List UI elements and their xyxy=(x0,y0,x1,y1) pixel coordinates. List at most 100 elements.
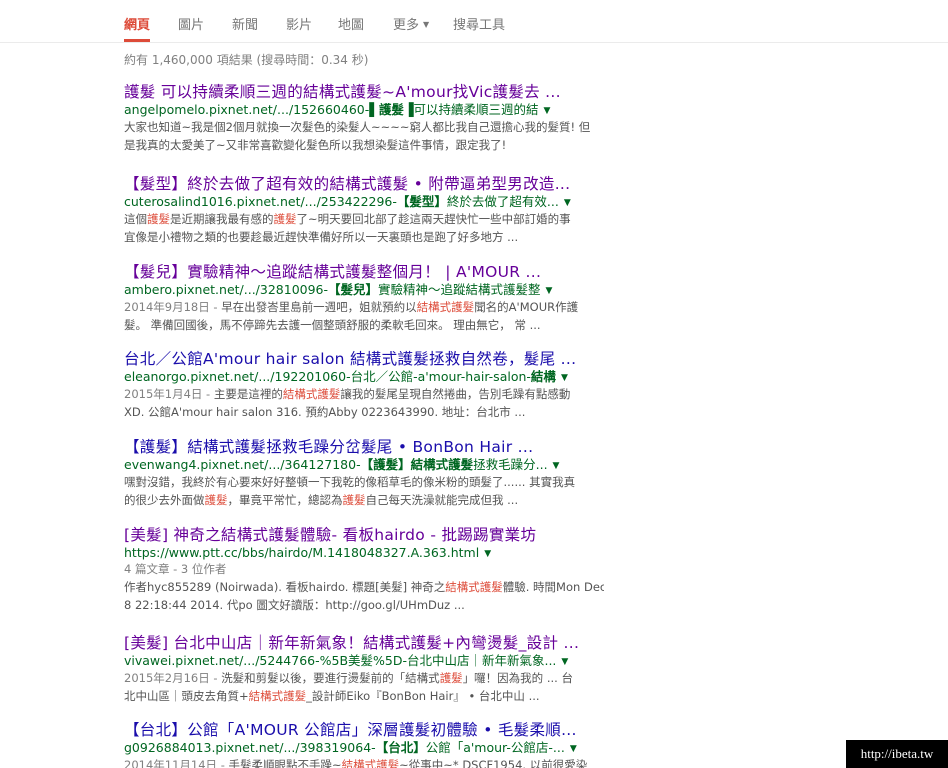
snippet-line: 北中山區｜頭皮去角質+結構式護髮_設計師Eiko『BonBon Hair』 • … xyxy=(124,687,604,705)
url-text: 可以持續柔順三週的結 xyxy=(413,102,539,117)
tab-search-tools[interactable]: 搜尋工具 xyxy=(453,14,505,42)
tab-videos[interactable]: 影片 xyxy=(286,14,312,42)
snippet-text: 是我真的太愛美了~又非常喜歡變化髮色所以我想染髮這件事情，跟定我了! xyxy=(124,138,507,152)
url-dropdown-arrow-icon[interactable]: ▼ xyxy=(553,461,560,471)
snippet-line: 嘿對沒錯，我終於有心要來好好整頓一下我乾的像稻草毛的像米粉的頭髮了...... … xyxy=(124,473,604,491)
snippet-line: 2015年2月16日 - 洗髮和剪髮以後，要進行燙髮前的「結構式護髮」囉！因為我… xyxy=(124,669,604,687)
snippet-highlight: 護髮 xyxy=(439,671,463,685)
snippet-line: 8 22:18:44 2014. 代po 圖文好讀版：http://goo.gl… xyxy=(124,596,604,614)
snippet-text: 主要是這裡的 xyxy=(213,387,283,401)
url-bold-text: 【護髮】結構式護髮 xyxy=(360,457,474,472)
url-text: evenwang4.pixnet.net/.../364127180- xyxy=(124,457,361,472)
snippet-highlight: 護髮 xyxy=(273,212,297,226)
result-url: cuterosalind1016.pixnet.net/.../25342229… xyxy=(124,194,604,210)
result-title-link[interactable]: 【髮兒】實驗精神～追蹤結構式護髮整個月！ | A'MOUR ... xyxy=(124,262,604,282)
result-title-link[interactable]: 【髮型】終於去做了超有效的結構式護髮 • 附帶逼弟型男改造... xyxy=(124,174,604,194)
snippet-highlight: 護髮 xyxy=(147,212,170,226)
snippet-line: 2015年1月4日 - 主要是這裡的結構式護髮讓我的髮尾呈現自然捲曲，告別毛躁有… xyxy=(124,385,604,403)
snippet-line: 這個護髮是近期讓我最有感的護髮了~明天要回北部了趁這兩天趕快忙一些中部訂婚的事 xyxy=(124,210,604,228)
url-text: 拯救毛躁分... xyxy=(473,457,548,472)
snippet-text: 體驗. 時間Mon Dec xyxy=(502,580,604,594)
snippet-highlight: 結構式護髮 xyxy=(282,387,341,401)
snippet-text: ~從事中~* DSCF1954. 以前很愛染 xyxy=(399,758,588,768)
tab-images[interactable]: 圖片 xyxy=(178,14,204,42)
result-url: vivawei.pixnet.net/.../5244766-%5B美髮%5D-… xyxy=(124,653,604,669)
url-bold-text: 【台北】 xyxy=(375,740,426,755)
result-title-link[interactable]: 護髮 可以持續柔順三週的結構式護髮~A'mour找Vic護髮去 ... xyxy=(124,82,604,102)
search-result: 台北／公館A'mour hair salon 結構式護髮拯救自然卷，髮尾 ...… xyxy=(124,349,604,421)
snippet-text: 8 22:18:44 2014. 代po 圖文好讀版：http://goo.gl… xyxy=(124,598,465,612)
snippet-text: 嘿對沒錯，我終於有心要來好好整頓一下我乾的像稻草毛的像米粉的頭髮了...... … xyxy=(124,475,576,489)
snippet-date: 2015年1月4日 - xyxy=(124,387,214,401)
search-tab-bar: 網頁 圖片 新聞 影片 地圖 更多 ▼ 搜尋工具 xyxy=(0,0,948,43)
snippet-text: 」囉！因為我的 ... 台 xyxy=(462,671,573,685)
snippet-text: 洗髮和剪髮以後，要進行燙髮前的「結構式 xyxy=(221,671,440,685)
result-snippet: 2015年2月16日 - 洗髮和剪髮以後，要進行燙髮前的「結構式護髮」囉！因為我… xyxy=(124,669,604,705)
tab-news[interactable]: 新聞 xyxy=(232,14,258,42)
tab-label: 網頁 xyxy=(124,18,151,33)
result-title-link[interactable]: [美髮] 台北中山店｜新年新氣象！結構式護髮+內彎燙髮_設計 ... xyxy=(124,633,604,653)
tab-maps[interactable]: 地圖 xyxy=(338,14,364,42)
result-snippet: 2014年11月14日 - 手髮柔順眼點不手躁~結構式護髮~從事中~* DSCF… xyxy=(124,756,604,768)
url-text: eleanorgo.pixnet.net/.../192201060-台北／公館… xyxy=(124,369,531,384)
url-text: 終於去做了超有效... xyxy=(446,194,559,209)
snippet-highlight: 護髮 xyxy=(342,493,366,507)
snippet-line: 作者hyc855289 (Noirwada). 看板hairdo. 標題[美髮]… xyxy=(124,578,604,596)
snippet-line: XD. 公館A'mour hair salon 316. 預約Abby 0223… xyxy=(124,403,604,421)
result-title-link[interactable]: 【台北】公館「A'MOUR 公館店」深層護髮初體驗 • 毛髮柔順... xyxy=(124,720,604,740)
url-dropdown-arrow-icon[interactable]: ▼ xyxy=(561,657,568,667)
snippet-text: 了~明天要回北部了趁這兩天趕快忙一些中部訂婚的事 xyxy=(296,212,571,226)
snippet-line: 2014年11月14日 - 手髮柔順眼點不手躁~結構式護髮~從事中~* DSCF… xyxy=(124,756,604,768)
result-snippet: 這個護髮是近期讓我最有感的護髮了~明天要回北部了趁這兩天趕快忙一些中部訂婚的事宜… xyxy=(124,210,604,246)
snippet-text: _設計師Eiko『BonBon Hair』 • 台北中山 ... xyxy=(306,689,540,703)
snippet-line: 2014年9月18日 - 早在出發峇里島前一週吧，姐就預約以結構式護髮聞名的A'… xyxy=(124,298,604,316)
snippet-text: 髮。 準備回國後，馬不停蹄先去護一個整頭舒服的柔軟毛回來。 理由無它， 常 ..… xyxy=(124,318,541,332)
result-url: angelpomelo.pixnet.net/.../152660460-▌護髮… xyxy=(124,102,604,118)
url-dropdown-arrow-icon[interactable]: ▼ xyxy=(484,549,491,559)
result-snippet: 2014年9月18日 - 早在出發峇里島前一週吧，姐就預約以結構式護髮聞名的A'… xyxy=(124,298,604,334)
watermark: http://ibeta.tw xyxy=(846,740,948,768)
snippet-text: 聞名的A'MOUR作護 xyxy=(474,300,579,314)
snippet-highlight: 護髮 xyxy=(204,493,228,507)
tab-label: 新聞 xyxy=(232,18,259,33)
url-text: https://www.ptt.cc/bbs/hairdo/M.14180483… xyxy=(124,545,480,560)
snippet-text: 自己每天洗澡就能完成但我 ... xyxy=(365,493,519,507)
result-url: ambero.pixnet.net/.../32810096-【髮兒】實驗精神～… xyxy=(124,282,604,298)
tab-label: 更多 xyxy=(393,18,420,33)
snippet-text: 是近期讓我最有感的 xyxy=(170,212,274,226)
tab-web[interactable]: 網頁 xyxy=(124,14,151,42)
result-meta: 4 篇文章 - 3 位作者 xyxy=(124,562,227,576)
caret-down-icon: ▼ xyxy=(423,20,430,29)
snippet-text: 宜像是小禮物之類的也要趁最近趕快準備好所以一天裏頭也是跑了好多地方 ... xyxy=(124,230,519,244)
result-url: eleanorgo.pixnet.net/.../192201060-台北／公館… xyxy=(124,369,604,385)
result-snippet: 大家也知道~我是個2個月就換一次髮色的染髮人~~~~窮人都比我自己還擔心我的髮質… xyxy=(124,118,604,154)
snippet-text: 的很少去外面做 xyxy=(124,493,205,507)
snippet-text: 大家也知道~我是個2個月就換一次髮色的染髮人~~~~窮人都比我自己還擔心我的髮質… xyxy=(124,120,591,134)
url-dropdown-arrow-icon[interactable]: ▼ xyxy=(544,106,551,116)
snippet-line: 髮。 準備回國後，馬不停蹄先去護一個整頭舒服的柔軟毛回來。 理由無它， 常 ..… xyxy=(124,316,604,334)
url-text: cuterosalind1016.pixnet.net/.../25342229… xyxy=(124,194,397,209)
url-dropdown-arrow-icon[interactable]: ▼ xyxy=(564,198,571,208)
snippet-highlight: 結構式護髮 xyxy=(248,689,307,703)
result-snippet: 作者hyc855289 (Noirwada). 看板hairdo. 標題[美髮]… xyxy=(124,578,604,614)
snippet-text: 這個 xyxy=(124,212,147,226)
snippet-line: 的很少去外面做護髮，畢竟平常忙，總認為護髮自己每天洗澡就能完成但我 ... xyxy=(124,491,604,509)
tab-label: 地圖 xyxy=(338,18,365,33)
result-snippet: 2015年1月4日 - 主要是這裡的結構式護髮讓我的髮尾呈現自然捲曲，告別毛躁有… xyxy=(124,385,604,421)
result-title-link[interactable]: 【護髮】結構式護髮拯救毛躁分岔髮尾 • BonBon Hair ... xyxy=(124,437,604,457)
url-dropdown-arrow-icon[interactable]: ▼ xyxy=(546,286,553,296)
tab-label: 搜尋工具 xyxy=(453,18,506,33)
snippet-text: 北中山區｜頭皮去角質+ xyxy=(124,689,249,703)
snippet-highlight: 結構式護髮 xyxy=(445,580,503,594)
url-dropdown-arrow-icon[interactable]: ▼ xyxy=(561,373,568,383)
tab-label: 影片 xyxy=(286,18,313,33)
result-stats: 約有 1,460,000 項結果 (搜尋時間：0.34 秒) xyxy=(124,53,369,67)
url-dropdown-arrow-icon[interactable]: ▼ xyxy=(570,744,577,754)
search-result: [美髮] 台北中山店｜新年新氣象！結構式護髮+內彎燙髮_設計 ... vivawe… xyxy=(124,633,604,705)
search-result: 護髮 可以持續柔順三週的結構式護髮~A'mour找Vic護髮去 ... angel… xyxy=(124,82,604,154)
tab-label: 圖片 xyxy=(178,18,205,33)
result-title-link[interactable]: [美髮] 神奇之結構式護髮體驗- 看板hairdo - 批踢踢實業坊 xyxy=(124,525,604,545)
snippet-text: ，畢竟平常忙，總認為 xyxy=(227,493,343,507)
result-title-link[interactable]: 台北／公館A'mour hair salon 結構式護髮拯救自然卷，髮尾 ... xyxy=(124,349,604,369)
tab-more[interactable]: 更多 ▼ xyxy=(393,14,429,42)
